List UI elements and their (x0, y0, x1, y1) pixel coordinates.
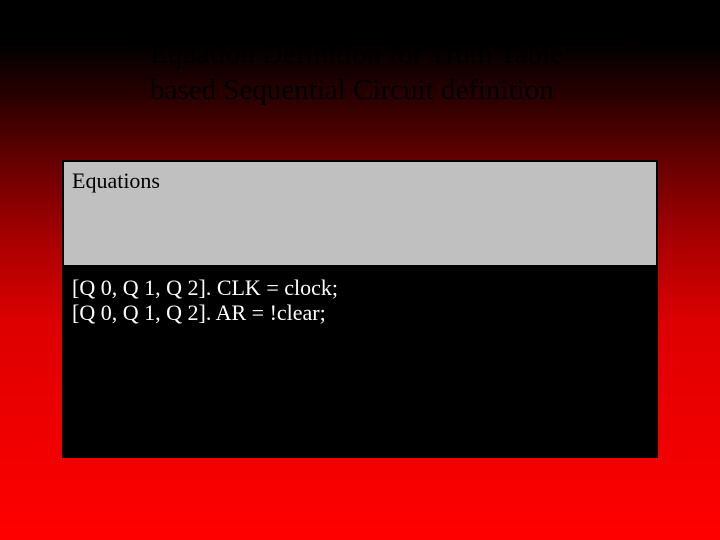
equations-box: Equations [Q 0, Q 1, Q 2]. CLK = clock; … (62, 160, 658, 458)
slide-title-line1: Equation Definition for Truth Table (150, 38, 563, 70)
equations-header-band: Equations (64, 162, 656, 265)
slide-title: Equation Definition for Truth Table base… (150, 36, 650, 109)
equations-header-label: Equations (72, 168, 160, 194)
equation-line-1: [Q 0, Q 1, Q 2]. CLK = clock; (72, 275, 338, 300)
slide-title-line2: based Sequential Circuit definition (150, 74, 554, 106)
equations-block: [Q 0, Q 1, Q 2]. CLK = clock; [Q 0, Q 1,… (72, 275, 338, 326)
equation-line-2: [Q 0, Q 1, Q 2]. AR = !clear; (72, 300, 338, 325)
